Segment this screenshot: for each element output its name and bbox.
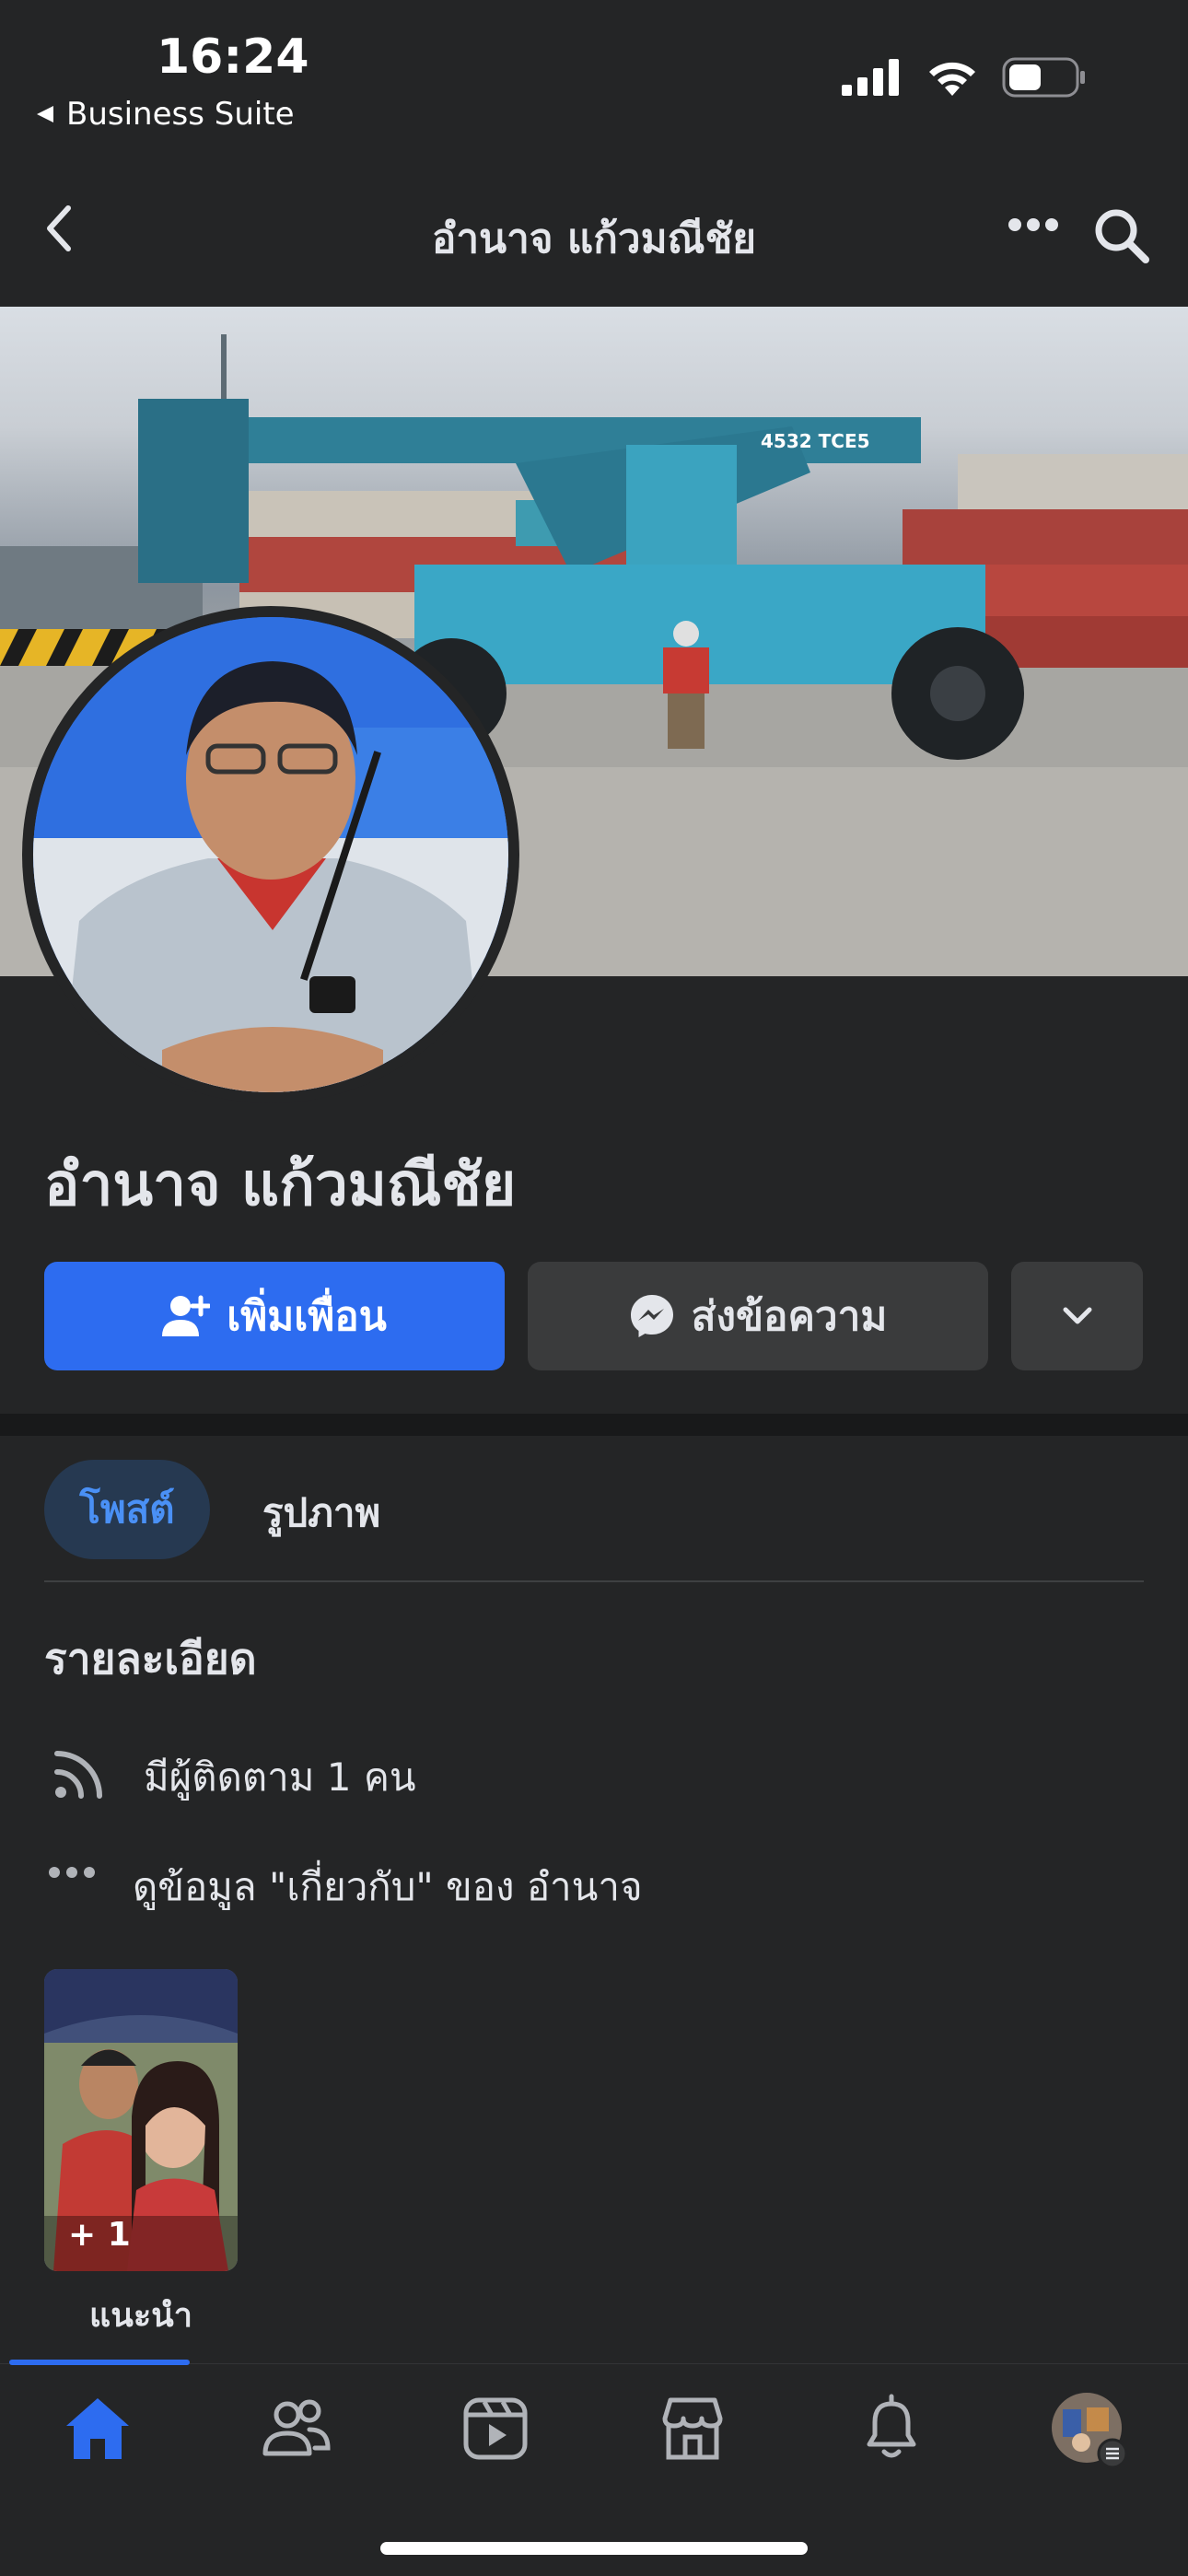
tab-photos[interactable]: รูปภาพ [262,1483,380,1544]
profile-avatar[interactable] [33,617,508,1092]
add-friend-label: เพิ่มเพื่อน [227,1293,387,1340]
featured-label: แนะนำ [89,2297,192,2335]
bell-icon [867,2394,916,2458]
tab-marketplace[interactable] [658,2393,728,2463]
followers-count: มีผู้ติดตาม 1 คน [144,1754,416,1800]
ellipsis-icon [1008,218,1058,231]
featured-count: + 1 [68,2216,131,2254]
tab-posts-label: โพสต์ [79,1486,175,1532]
cellular-signal-icon [842,59,899,96]
search-button[interactable] [1092,206,1151,265]
more-options-button[interactable] [1007,217,1059,232]
tab-friends[interactable] [262,2393,332,2463]
back-to-app-link[interactable]: Business Suite [35,96,295,133]
vehicle-label: 4532 TCE5 [761,430,870,452]
home-indicator [380,2542,808,2555]
add-friend-button[interactable]: เพิ่มเพื่อน [44,1262,505,1370]
status-time: 16:24 [157,29,309,85]
battery-icon [1002,57,1085,98]
about-ellipsis-icon [48,1866,96,1879]
page-title: อำนาจ แก้วมณีชัย [431,216,757,262]
tab-watch[interactable] [460,2393,530,2463]
back-triangle-icon [37,106,53,122]
profile-photo [33,617,508,1092]
details-heading: รายละเอียด [44,1634,257,1684]
friends-icon [262,2399,331,2456]
watch-icon [463,2397,528,2460]
tab-notifications[interactable] [856,2393,926,2463]
tab-posts[interactable]: โพสต์ [44,1460,210,1559]
message-button[interactable]: ส่งข้อความ [528,1262,988,1370]
message-label: ส่งข้อความ [691,1293,888,1340]
search-icon [1095,209,1149,263]
profile-menu-icon [1052,2393,1128,2469]
messenger-icon [630,1295,673,1337]
status-icons [842,57,1087,98]
wifi-icon [929,62,975,96]
see-about-link[interactable]: ดูข้อมูล "เกี่ยวกับ" ของ อำนาจ [133,1857,643,1917]
marketplace-icon [662,2397,723,2460]
section-divider [0,1414,1188,1436]
tab-profile-menu[interactable] [1050,2391,1129,2470]
back-app-label: Business Suite [66,96,295,133]
chevron-down-icon [1063,1307,1091,1324]
tabs-divider [44,1580,1144,1582]
active-tab-indicator [9,2360,190,2365]
tab-home[interactable] [63,2393,133,2463]
profile-name: อำนาจ แก้วมณีชัย [44,1151,517,1219]
more-actions-button[interactable] [1011,1262,1143,1370]
add-friend-icon [162,1295,211,1336]
followers-icon [53,1748,109,1800]
home-icon [66,2398,129,2459]
